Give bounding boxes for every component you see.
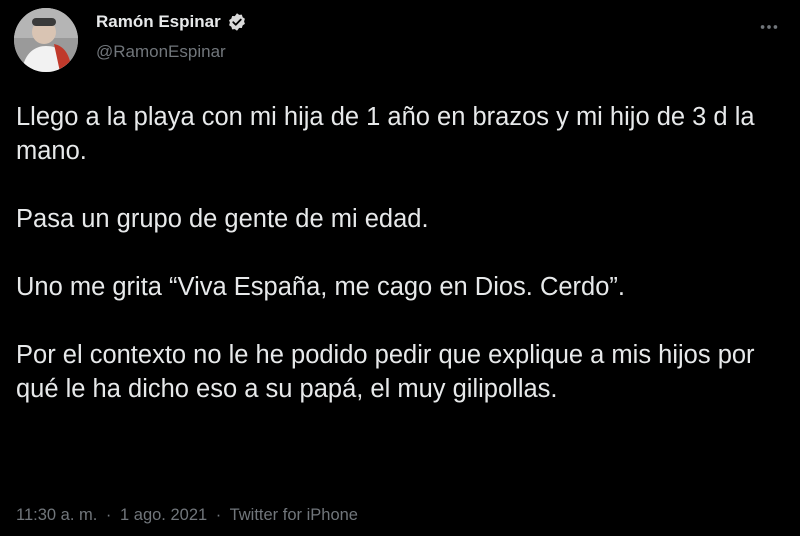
- meta-separator: ·: [105, 506, 112, 524]
- tweet-paragraph: Llego a la playa con mi hija de 1 año en…: [16, 103, 762, 165]
- tweet-card: Ramón Espinar @RamonEspinar Llego a la p…: [0, 0, 800, 536]
- tweet-source[interactable]: Twitter for iPhone: [230, 506, 358, 524]
- tweet-paragraph: Pasa un grupo de gente de mi edad.: [16, 205, 429, 233]
- author-handle[interactable]: @RamonEspinar: [96, 42, 226, 62]
- tweet-text: Llego a la playa con mi hija de 1 año en…: [16, 100, 786, 406]
- tweet-date[interactable]: 1 ago. 2021: [120, 506, 207, 524]
- avatar[interactable]: [14, 8, 78, 72]
- author-name-row: Ramón Espinar: [96, 12, 247, 32]
- tweet-time[interactable]: 11:30 a. m.: [16, 506, 97, 524]
- avatar-photo: [14, 8, 78, 72]
- author-display-name[interactable]: Ramón Espinar: [96, 12, 221, 32]
- meta-separator: ·: [215, 506, 222, 524]
- tweet-meta: 11:30 a. m. · 1 ago. 2021 · Twitter for …: [16, 505, 358, 525]
- more-options-icon[interactable]: [756, 14, 782, 40]
- tweet-paragraph: Por el contexto no le he podido pedir qu…: [16, 341, 762, 403]
- verified-badge-icon: [227, 12, 247, 32]
- tweet-paragraph: Uno me grita “Viva España, me cago en Di…: [16, 273, 625, 301]
